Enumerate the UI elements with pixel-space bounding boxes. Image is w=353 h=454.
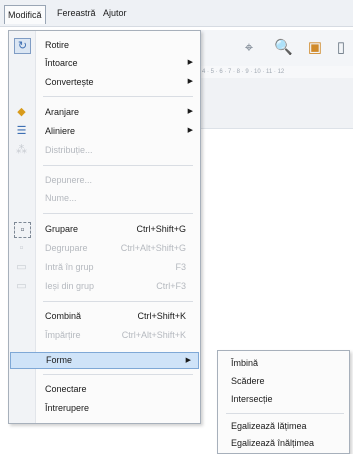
menu-item-align[interactable]: ☰ Aliniere ▶ bbox=[9, 123, 200, 139]
submenu-arrow-icon: ▶ bbox=[187, 78, 193, 85]
menu-separator bbox=[43, 301, 193, 302]
submenu-item-equalize-height[interactable]: Egalizează înălțimea bbox=[218, 435, 349, 451]
menu-item-description[interactable]: Depunere... bbox=[9, 172, 200, 188]
menu-item-connect[interactable]: Conectare bbox=[9, 381, 200, 397]
menubar: Modifică Fereastră Ajutor bbox=[0, 0, 353, 27]
menu-item-ungroup[interactable]: ▫ Degrupare Ctrl+Alt+Shift+G bbox=[9, 240, 200, 256]
menu-item-shapes[interactable]: Forme ▶ bbox=[10, 352, 199, 369]
menu-separator bbox=[43, 96, 193, 97]
distribute-icon: ⁂ bbox=[16, 144, 27, 156]
submenu-arrow-icon: ▶ bbox=[187, 108, 193, 115]
menu-modify[interactable]: Modifică bbox=[4, 5, 46, 24]
frame-icon[interactable]: ▯ bbox=[332, 39, 350, 57]
submenu-item-equalize-width[interactable]: Egalizează lățimea bbox=[218, 418, 349, 434]
menu-separator bbox=[226, 413, 344, 414]
menu-separator bbox=[43, 213, 193, 214]
group-icon: ▫ bbox=[14, 222, 31, 238]
rotate-icon: ↻ bbox=[14, 38, 31, 54]
submenu-arrow-icon: ▶ bbox=[187, 127, 193, 134]
shapes-submenu: Îmbină Scădere Intersecție Egalizează lă… bbox=[217, 350, 350, 454]
menu-item-rotate[interactable]: ↻ Rotire bbox=[9, 37, 200, 54]
menu-item-flip[interactable]: Întoarce ▶ bbox=[9, 55, 200, 71]
submenu-item-subtract[interactable]: Scădere bbox=[218, 373, 349, 389]
menu-item-enter-group[interactable]: ▭ Intră în grup F3 bbox=[9, 259, 200, 275]
image-icon[interactable]: ▣ bbox=[306, 39, 324, 57]
menu-item-distribution[interactable]: ⁂ Distribuție... bbox=[9, 142, 200, 158]
menu-separator bbox=[43, 165, 193, 166]
crosshair-icon[interactable]: ⌖ bbox=[240, 39, 258, 57]
submenu-arrow-icon: ▶ bbox=[187, 59, 193, 66]
zoom-icon[interactable]: 🔍 bbox=[274, 39, 293, 57]
enter-group-icon: ▭ bbox=[16, 261, 27, 273]
menu-help[interactable]: Ajutor bbox=[100, 6, 130, 20]
submenu-item-intersect[interactable]: Intersecție bbox=[218, 391, 349, 407]
menu-separator bbox=[43, 374, 193, 375]
exit-group-icon: ▭ bbox=[16, 280, 27, 292]
submenu-arrow-icon: ▶ bbox=[185, 357, 191, 364]
menu-item-split[interactable]: Împărțire Ctrl+Alt+Shift+K bbox=[9, 327, 200, 343]
ungroup-icon: ▫ bbox=[19, 242, 24, 254]
menu-item-combine[interactable]: Combină Ctrl+Shift+K bbox=[9, 308, 200, 324]
menu-item-convert[interactable]: Convertește ▶ bbox=[9, 74, 200, 90]
menu-item-exit-group[interactable]: ▭ Ieși din grup Ctrl+F3 bbox=[9, 278, 200, 294]
align-icon: ☰ bbox=[16, 125, 27, 137]
background-toolbar: ⌖ 🔍 ▣ ▯ bbox=[198, 30, 353, 67]
menu-item-name[interactable]: Nume... bbox=[9, 190, 200, 206]
menu-item-arrange[interactable]: ◆ Aranjare ▶ bbox=[9, 104, 200, 120]
modify-menu: ↻ Rotire Întoarce ▶ Convertește ▶ ◆ Aran… bbox=[8, 30, 201, 424]
submenu-item-merge[interactable]: Îmbină bbox=[218, 355, 349, 371]
menu-item-break[interactable]: Întrerupere bbox=[9, 400, 200, 416]
menu-item-group[interactable]: ▫ Grupare Ctrl+Shift+G bbox=[9, 221, 200, 238]
menu-window[interactable]: Fereastră bbox=[54, 6, 99, 20]
arrange-icon: ◆ bbox=[17, 106, 26, 118]
background-panel bbox=[198, 78, 353, 129]
